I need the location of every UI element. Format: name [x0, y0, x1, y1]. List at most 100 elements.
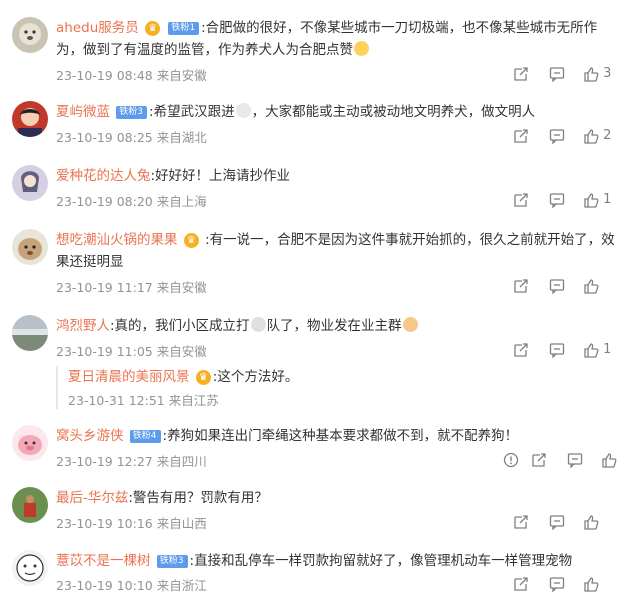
avatar[interactable] — [12, 487, 48, 523]
comment-location: 来自湖北 — [156, 130, 207, 145]
like-button[interactable] — [583, 573, 599, 595]
comment-text: ahedu服务员 ♛ 铁粉1:合肥做的很好，不像某些城市一刀切极端，也不像某些城… — [56, 17, 616, 61]
comment-actions — [503, 449, 633, 471]
comment-meta: 23-10-19 12:27 来自四川 — [56, 451, 207, 470]
emoji-icon — [250, 317, 266, 332]
report-icon[interactable] — [503, 449, 519, 471]
avatar[interactable] — [12, 165, 48, 201]
like-button[interactable]: 1 — [583, 189, 611, 211]
like-button[interactable]: 2 — [583, 125, 611, 147]
comment-meta: 23-10-19 10:10 来自浙江 — [56, 575, 207, 594]
like-button[interactable] — [601, 449, 617, 471]
comment-time: 23-10-19 08:48 — [56, 68, 153, 83]
avatar[interactable] — [12, 229, 48, 265]
reply-icon[interactable] — [549, 339, 565, 361]
thumbs-up-icon — [584, 342, 599, 358]
comment-text: 最后-华尔兹:警告有用？罚款有用？ — [56, 487, 616, 509]
like-button[interactable]: 3 — [583, 63, 611, 85]
comment-body-cont: ，大家都能或主动或被动地文明养犬，做文明人 — [251, 104, 536, 120]
user-name[interactable]: 想吃潮汕火锅的果果 — [56, 232, 178, 248]
comment-time: 23-10-19 10:10 — [56, 578, 153, 593]
comment-actions: 1 — [513, 339, 633, 361]
comment-time: 23-10-19 11:05 — [56, 344, 153, 359]
fan-badge: 铁粉4 — [129, 429, 161, 443]
comment-location: 来自山西 — [156, 516, 207, 531]
comment-text: 爱种花的达人兔:好好好！上海请抄作业 — [56, 165, 616, 187]
comment-time: 23-10-19 12:27 — [56, 454, 153, 469]
like-button[interactable] — [583, 275, 599, 297]
comment-text: 夏屿微蓝 铁粉3:希望武汉跟进 ，大家都能或主动或被动地文明养犬，做文明人 — [56, 101, 616, 123]
reply-location: 来自江苏 — [168, 393, 219, 408]
share-icon[interactable] — [513, 275, 529, 297]
reply-icon[interactable] — [549, 189, 565, 211]
user-name[interactable]: 爱种花的达人兔 — [56, 168, 151, 184]
comment-location: 来自安徽 — [156, 280, 207, 295]
comment-body: :直接和乱停车一样罚款拘留就好了，像管理机动车一样管理宠物 — [189, 553, 573, 569]
user-name[interactable]: 鸿烈野人 — [56, 318, 110, 334]
like-button[interactable] — [583, 511, 599, 533]
reply-icon[interactable] — [549, 573, 565, 595]
emoji-icon — [235, 103, 251, 118]
avatar[interactable] — [12, 17, 48, 53]
comment-body: :好好好！上海请抄作业 — [150, 168, 291, 184]
share-icon[interactable] — [513, 189, 529, 211]
comment-location: 来自上海 — [156, 194, 207, 209]
user-name[interactable]: 最后-华尔兹 — [56, 490, 128, 506]
avatar[interactable] — [12, 550, 48, 586]
comment-meta: 23-10-19 11:17 来自安徽 — [56, 277, 207, 296]
reply-icon[interactable] — [567, 449, 583, 471]
share-icon[interactable] — [531, 449, 547, 471]
share-icon[interactable] — [513, 63, 529, 85]
like-count: 2 — [603, 128, 612, 143]
fan-badge: 铁粉1 — [168, 21, 200, 35]
like-count: 3 — [603, 66, 612, 81]
user-name[interactable]: 窝头乡游侠 — [56, 428, 124, 444]
comment-list: ahedu服务员 ♛ 铁粉1:合肥做的很好，不像某些城市一刀切极端，也不像某些城… — [0, 0, 633, 597]
avatar[interactable] — [12, 101, 48, 137]
reply-icon[interactable] — [549, 511, 565, 533]
comment-text: 薏苡不是一棵树 铁粉3:直接和乱停车一样罚款拘留就好了，像管理机动车一样管理宠物 — [56, 550, 616, 572]
comment-body: :养狗如果连出门牵绳这种基本要求都做不到，就不配养狗！ — [162, 428, 519, 444]
comment-actions: 2 — [513, 125, 633, 147]
reply-time: 23-10-31 12:51 — [68, 393, 165, 408]
user-name[interactable]: 夏日清晨的美丽风景 — [68, 369, 190, 385]
reply-icon[interactable] — [549, 63, 565, 85]
share-icon[interactable] — [513, 125, 529, 147]
like-button[interactable]: 1 — [583, 339, 611, 361]
thumbs-up-icon — [584, 128, 599, 144]
fan-badge: 铁粉3 — [156, 554, 188, 568]
comment-body: :警告有用？罚款有用？ — [128, 490, 268, 506]
comment-location: 来自浙江 — [156, 578, 207, 593]
comment-text: 想吃潮汕火锅的果果 ♛ :有一说一，合肥不是因为这件事就开始抓的，很久之前就开始… — [56, 229, 616, 273]
share-icon[interactable] — [513, 573, 529, 595]
share-icon[interactable] — [513, 511, 529, 533]
reply-icon[interactable] — [549, 125, 565, 147]
comment-time: 23-10-19 08:20 — [56, 194, 153, 209]
comment-text: 鸿烈野人:真的，我们小区成立打 队了，物业发在业主群 — [56, 315, 616, 337]
comment-meta: 23-10-19 10:16 来自山西 — [56, 513, 207, 532]
comment-actions — [513, 511, 633, 533]
reply-body: :这个方法好。 — [212, 369, 299, 385]
fan-badge: 铁粉3 — [116, 105, 148, 119]
like-count: 1 — [603, 192, 612, 207]
reply-meta: 23-10-31 12:51 来自江苏 — [68, 390, 298, 409]
comment-meta: 23-10-19 11:05 来自安徽 — [56, 341, 207, 360]
thumbs-up-icon — [584, 66, 599, 82]
reply-item: 夏日清晨的美丽风景 ♛:这个方法好。 23-10-31 12:51 来自江苏 — [56, 366, 298, 409]
share-icon[interactable] — [513, 339, 529, 361]
comment-actions — [513, 573, 633, 595]
avatar[interactable] — [12, 425, 48, 461]
comment-location: 来自安徽 — [156, 68, 207, 83]
user-name[interactable]: 薏苡不是一棵树 — [56, 553, 151, 569]
thumbs-up-icon — [584, 192, 599, 208]
user-name[interactable]: 夏屿微蓝 — [56, 104, 110, 120]
user-name[interactable]: ahedu服务员 — [56, 20, 139, 36]
thumbs-up-icon — [602, 452, 617, 468]
comment-actions: 3 — [513, 63, 633, 85]
reply-icon[interactable] — [549, 275, 565, 297]
comment-location: 来自安徽 — [156, 344, 207, 359]
thumbs-emoji-icon — [402, 317, 418, 332]
avatar[interactable] — [12, 315, 48, 351]
comment-meta: 23-10-19 08:48 来自安徽 — [56, 65, 207, 84]
comment-time: 23-10-19 08:25 — [56, 130, 153, 145]
